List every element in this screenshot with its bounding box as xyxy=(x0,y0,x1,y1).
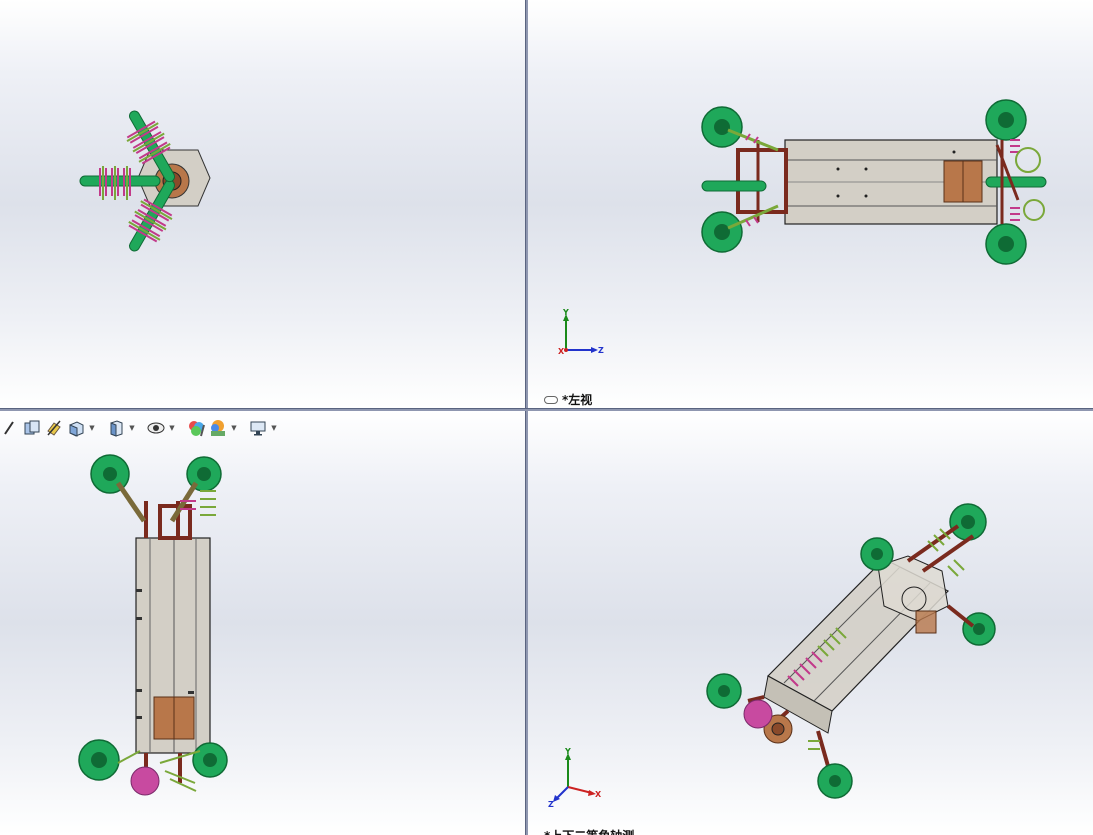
model-isometric-view xyxy=(706,503,996,799)
model-top-view xyxy=(78,454,228,796)
axis-z-label: Z xyxy=(548,800,554,809)
view-name-label[interactable]: *左视 xyxy=(544,391,592,408)
link-icon xyxy=(544,395,558,404)
axis-y-label: Y xyxy=(562,308,569,317)
model-front-view xyxy=(79,110,211,252)
view-name-text: *左视 xyxy=(562,393,593,407)
view-name-label[interactable]: *上下二等角轴测 xyxy=(544,827,634,835)
viewport-top-right[interactable]: Y X Z *左视 xyxy=(528,0,1093,408)
viewport-top-left[interactable] xyxy=(0,0,525,408)
axis-triad: Y X Z xyxy=(548,747,602,809)
horizontal-viewport-splitter[interactable] xyxy=(0,408,1093,411)
axis-y-label: Y xyxy=(564,747,571,756)
view-name-text: *上下二等角轴测 xyxy=(544,827,634,835)
vertical-viewport-splitter[interactable] xyxy=(525,0,528,835)
viewport-bottom-right[interactable]: Y X Z *上下二等角轴测 xyxy=(528,411,1093,835)
axis-x-label: X xyxy=(595,790,602,799)
axis-x-label: X xyxy=(558,347,565,356)
viewport-bottom-left[interactable]: ▼ ▼ ▼ ▼ ▼ xyxy=(0,411,525,835)
model-left-view xyxy=(701,99,1047,265)
axis-z-label: Z xyxy=(598,346,604,355)
axis-triad: Y X Z xyxy=(558,308,604,356)
